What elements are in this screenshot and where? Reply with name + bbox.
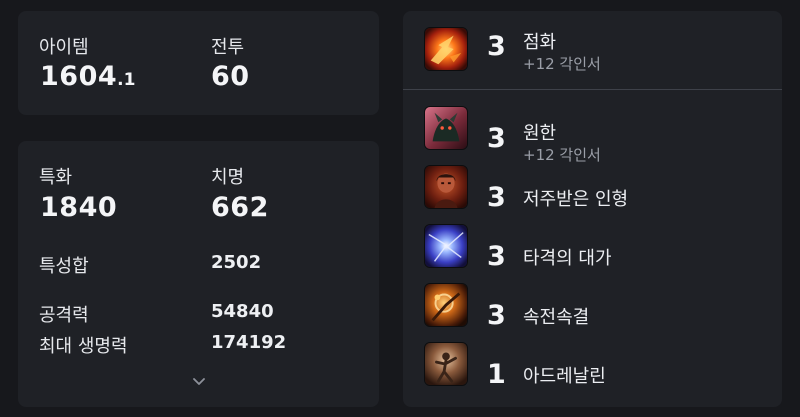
- engraving-level: 3: [487, 182, 506, 213]
- adrenaline-icon: [424, 342, 468, 386]
- engraving-name: 속전속결: [523, 307, 590, 328]
- engraving-row[interactable]: 3 점화 +12 각인서: [403, 27, 782, 77]
- specialization-value: 1840: [40, 192, 118, 223]
- cursed-doll-icon: [424, 165, 468, 209]
- engraving-level: 3: [487, 123, 506, 154]
- engraving-level: 3: [487, 241, 506, 272]
- engraving-row[interactable]: 3 타격의 대가: [403, 224, 782, 274]
- ignition-icon: [424, 27, 468, 71]
- combat-level-label: 전투: [211, 37, 245, 58]
- engraving-name: 타격의 대가: [523, 248, 612, 269]
- combat-level-value: 60: [211, 61, 250, 92]
- engraving-level: 3: [487, 300, 506, 331]
- engraving-book-label: +12 각인서: [523, 55, 601, 73]
- divider: [403, 89, 782, 90]
- engraving-row[interactable]: 3 저주받은 인형: [403, 165, 782, 215]
- item-level-main: 1604: [40, 61, 118, 92]
- attack-power-label: 공격력: [39, 305, 89, 326]
- hit-master-icon: [424, 224, 468, 268]
- engraving-row[interactable]: 3 속전속결: [403, 283, 782, 333]
- attack-power-value: 54840: [211, 301, 274, 322]
- engraving-name: 저주받은 인형: [523, 189, 629, 210]
- max-hp-label: 최대 생명력: [39, 336, 128, 357]
- chevron-down-icon[interactable]: [190, 375, 208, 389]
- crit-value: 662: [211, 192, 269, 223]
- grudge-icon: [424, 106, 468, 150]
- all-out-attack-icon: [424, 283, 468, 327]
- item-level-value: 1604.1: [40, 61, 135, 92]
- engraving-name: 점화: [523, 32, 557, 53]
- engraving-name: 원한: [523, 123, 557, 144]
- engraving-book-label: +12 각인서: [523, 146, 601, 164]
- engraving-row[interactable]: 3 원한 +12 각인서: [403, 106, 782, 164]
- max-hp-value: 174192: [211, 332, 287, 353]
- engravings-card: 3 점화 +12 각인서 3 원한 +12 각인서 3 저주받은 인형 3 타격…: [403, 11, 782, 407]
- stat-total-label: 특성합: [39, 256, 89, 277]
- engraving-name: 아드레날린: [523, 366, 606, 387]
- engraving-row[interactable]: 1 아드레날린: [403, 342, 782, 392]
- item-level-label: 아이템: [39, 37, 89, 58]
- stats-card: 특화 1840 치명 662 특성합 2502 공격력 54840 최대 생명력…: [18, 141, 379, 407]
- stat-total-value: 2502: [211, 252, 262, 273]
- item-level-decimal: .1: [117, 70, 136, 90]
- item-level-card: 아이템 1604.1 전투 60: [18, 11, 379, 115]
- engraving-level: 3: [487, 31, 506, 62]
- engraving-level: 1: [487, 359, 506, 390]
- crit-label: 치명: [211, 167, 245, 188]
- specialization-label: 특화: [39, 167, 73, 188]
